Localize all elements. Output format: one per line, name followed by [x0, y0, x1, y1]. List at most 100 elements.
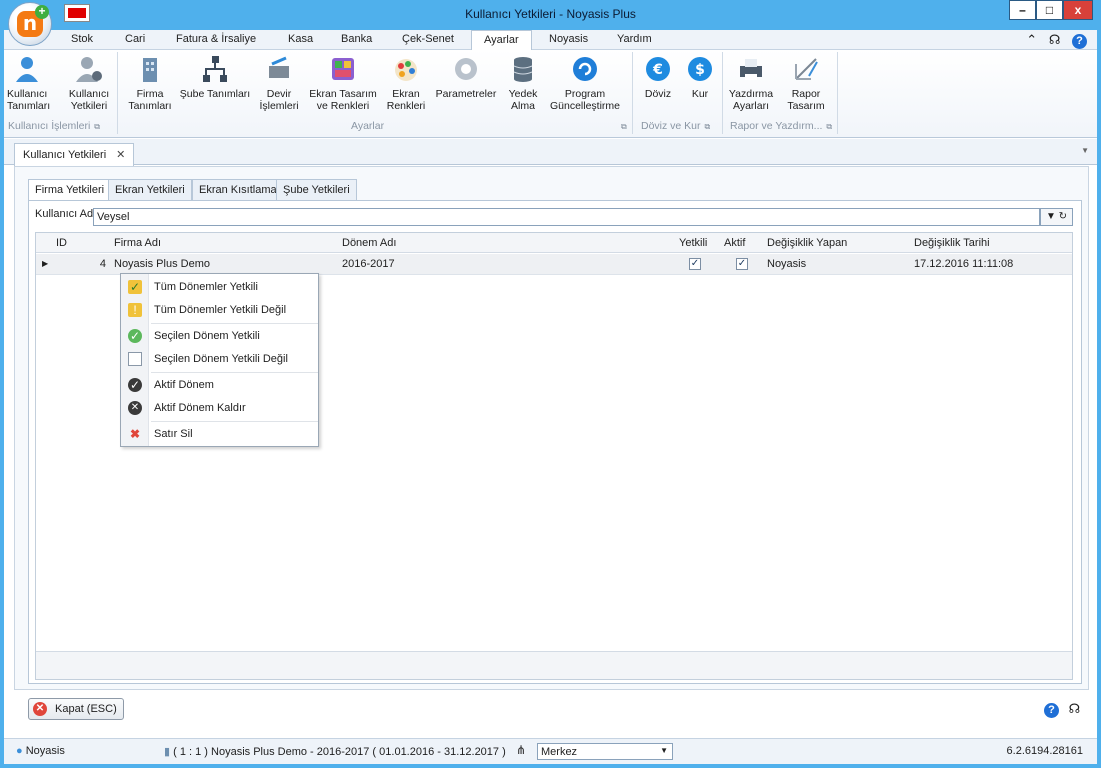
dark-check-icon: ✓: [128, 378, 142, 392]
ribbon-devir-islemleri-button[interactable]: Devir İşlemleri: [256, 54, 302, 112]
menu-tab-banka[interactable]: Banka: [341, 33, 372, 45]
menu-item-aktif-donem[interactable]: ✓ Aktif Dönem: [121, 374, 318, 396]
group-launcher-icon[interactable]: ⧉: [826, 122, 832, 131]
table-row[interactable]: ▶ 4 Noyasis Plus Demo 2016-2017 ✓ ✓ Noya…: [36, 254, 1072, 275]
user-name-label: Kullanıcı Adı: [35, 208, 97, 220]
ribbon-yazdirma-ayarlari-button[interactable]: Yazdırma Ayarları: [726, 54, 776, 112]
ribbon-group-doviz-kur: Döviz ve Kur ⧉: [641, 120, 711, 132]
aktif-checkbox[interactable]: ✓: [736, 258, 748, 270]
cell-degisiklik-yapan[interactable]: Noyasis: [767, 258, 806, 270]
cell-degisiklik-tarihi[interactable]: 17.12.2016 11:11:08: [914, 258, 1013, 270]
yetkili-checkbox[interactable]: ✓: [689, 258, 701, 270]
help-icon[interactable]: ?: [1072, 34, 1087, 49]
menu-item-label: Seçilen Dönem Yetkili: [154, 330, 260, 342]
tab-ekran-kisitlama[interactable]: Ekran Kısıtlama: [192, 179, 284, 201]
ribbon-ekran-tasarim-button[interactable]: Ekran Tasarım ve Renkleri: [307, 54, 379, 112]
menu-item-tum-donemler-yetkili[interactable]: ✓ Tüm Dönemler Yetkili: [121, 276, 318, 298]
ribbon-firma-tanimlari-button[interactable]: Firma Tanımları: [126, 54, 174, 112]
close-esc-button[interactable]: ✕ Kapat (ESC): [28, 698, 124, 720]
column-header-donem-adi[interactable]: Dönem Adı: [342, 237, 396, 249]
menu-item-label: Aktif Dönem: [154, 379, 214, 391]
menu-tab-stok[interactable]: Stok: [71, 33, 93, 45]
group-launcher-icon[interactable]: ⧉: [94, 122, 100, 131]
column-header-degisiklik-yapan[interactable]: Değişiklik Yapan: [767, 237, 847, 249]
app-logo-icon[interactable]: n +: [8, 2, 52, 46]
ribbon-ekran-renkleri-button[interactable]: Ekran Renkleri: [383, 54, 429, 112]
grid-header: ID Firma Adı Dönem Adı Yetkili Aktif Değ…: [36, 233, 1072, 253]
column-header-yetkili[interactable]: Yetkili: [679, 237, 707, 249]
tab-firma-yetkileri[interactable]: Firma Yetkileri: [28, 179, 112, 202]
menu-item-label: Satır Sil: [154, 428, 193, 440]
cell-donem-adi[interactable]: 2016-2017: [342, 258, 395, 270]
transfer-icon: [269, 56, 289, 78]
ribbon-kur-button[interactable]: $ Kur: [682, 54, 718, 100]
ribbon-program-guncelleme-button[interactable]: Program Güncelleştirme: [549, 54, 621, 112]
ribbon: Kullanıcı Tanımları Kullanıcı Yetkileri Fi…: [4, 50, 1097, 138]
menu-item-secilen-donem-yetkili[interactable]: ✓ Seçilen Dönem Yetkili: [121, 325, 318, 347]
ribbon-doviz-button[interactable]: € Döviz: [640, 54, 676, 100]
row-indicator-icon: ▶: [42, 259, 49, 268]
svg-text:€: €: [652, 62, 663, 78]
group-launcher-icon[interactable]: ⧉: [617, 120, 627, 132]
dollar-icon: $: [688, 57, 712, 81]
ribbon-rapor-tasarim-button[interactable]: Rapor Tasarım: [783, 54, 829, 112]
column-header-firma-adi[interactable]: Firma Adı: [114, 237, 161, 249]
menu-tab-ayarlar[interactable]: Ayarlar: [471, 30, 532, 51]
maximize-button[interactable]: □: [1036, 0, 1063, 20]
doc-tab-kullanici-yetkileri[interactable]: Kullanıcı Yetkileri ✕: [14, 143, 135, 166]
dark-x-icon: ✕: [128, 401, 142, 415]
ribbon-group-kullanici-islemleri: Kullanıcı İşlemleri ⧉: [8, 120, 100, 132]
close-button-label: Kapat (ESC): [55, 703, 117, 715]
ribbon-separator: [632, 52, 633, 134]
menu-item-aktif-donem-kaldir[interactable]: ✕ Aktif Dönem Kaldır: [121, 397, 318, 419]
status-user: ● Noyasis: [16, 745, 65, 757]
ribbon-separator: [722, 52, 723, 134]
ribbon-kullanici-tanimlari-button[interactable]: Kullanıcı Tanımları: [7, 54, 50, 112]
menu-tab-cek-senet[interactable]: Çek-Senet: [402, 33, 454, 45]
minimize-button[interactable]: –: [1009, 0, 1036, 20]
user-dropdown-button[interactable]: ▼ ↻: [1040, 208, 1073, 226]
column-header-degisiklik-tarihi[interactable]: Değişiklik Tarihi: [914, 237, 990, 249]
window-title: Kullanıcı Yetkileri - Noyasis Plus: [465, 7, 636, 21]
group-launcher-icon[interactable]: ⧉: [705, 122, 711, 131]
ribbon-yedek-alma-button[interactable]: Yedek Alma: [504, 54, 542, 112]
close-tab-icon[interactable]: ✕: [116, 149, 125, 161]
cell-id[interactable]: 4: [96, 258, 106, 270]
tab-list-dropdown-icon[interactable]: ▼: [1081, 146, 1089, 155]
grid-footer: [36, 651, 1072, 679]
menu-tab-cari[interactable]: Cari: [125, 33, 145, 45]
ribbon-separator: [117, 52, 118, 134]
menu-item-label: Seçilen Dönem Yetkili Değil: [154, 353, 288, 365]
tab-sube-yetkileri[interactable]: Şube Yetkileri: [276, 179, 357, 201]
ribbon-kullanici-yetkileri-button[interactable]: Kullanıcı Yetkileri: [67, 54, 111, 112]
ribbon-parametreler-button[interactable]: Parametreler: [434, 54, 498, 100]
menu-tab-noyasis[interactable]: Noyasis: [549, 33, 588, 45]
branch-select[interactable]: Merkez ▼: [537, 743, 673, 760]
app-window: Kullanıcı Yetkileri - Noyasis Plus – □ x…: [0, 0, 1101, 768]
menu-item-satir-sil[interactable]: ✖ Satır Sil: [121, 423, 318, 445]
collapse-ribbon-icon[interactable]: ⌃: [1026, 32, 1037, 48]
user-icon: ●: [16, 745, 23, 757]
screen-design-icon: [332, 58, 354, 80]
menu-separator: [151, 372, 318, 373]
support-headset-icon[interactable]: ☊: [1049, 32, 1061, 48]
support-headset-icon[interactable]: ☊: [1069, 701, 1081, 716]
close-circle-icon: ✕: [33, 702, 47, 716]
user-name-input[interactable]: Veysel: [93, 208, 1040, 226]
ribbon-sube-tanimlari-button[interactable]: Şube Tanımları: [179, 54, 251, 100]
ribbon-group-ayarlar: Ayarlar: [351, 120, 385, 132]
column-header-aktif[interactable]: Aktif: [724, 237, 745, 249]
doc-tab-label: Kullanıcı Yetkileri: [23, 149, 107, 161]
menu-item-tum-donemler-yetkili-degil[interactable]: ! Tüm Dönemler Yetkili Değil: [121, 299, 318, 321]
tab-ekran-yetkileri[interactable]: Ekran Yetkileri: [108, 179, 192, 201]
branch-tree-icon: ⋔: [516, 743, 527, 757]
cell-firma-adi[interactable]: Noyasis Plus Demo: [114, 258, 210, 270]
menu-tab-yardim[interactable]: Yardım: [617, 33, 652, 45]
help-icon[interactable]: ?: [1044, 703, 1059, 718]
column-header-id[interactable]: ID: [56, 237, 67, 249]
menu-tab-fatura[interactable]: Fatura & İrsaliye: [176, 33, 256, 45]
close-window-button[interactable]: x: [1063, 0, 1093, 20]
menu-item-secilen-donem-yetkili-degil[interactable]: Seçilen Dönem Yetkili Değil: [121, 348, 318, 370]
status-user-label: Noyasis: [25, 745, 65, 757]
menu-tab-kasa[interactable]: Kasa: [288, 33, 313, 45]
